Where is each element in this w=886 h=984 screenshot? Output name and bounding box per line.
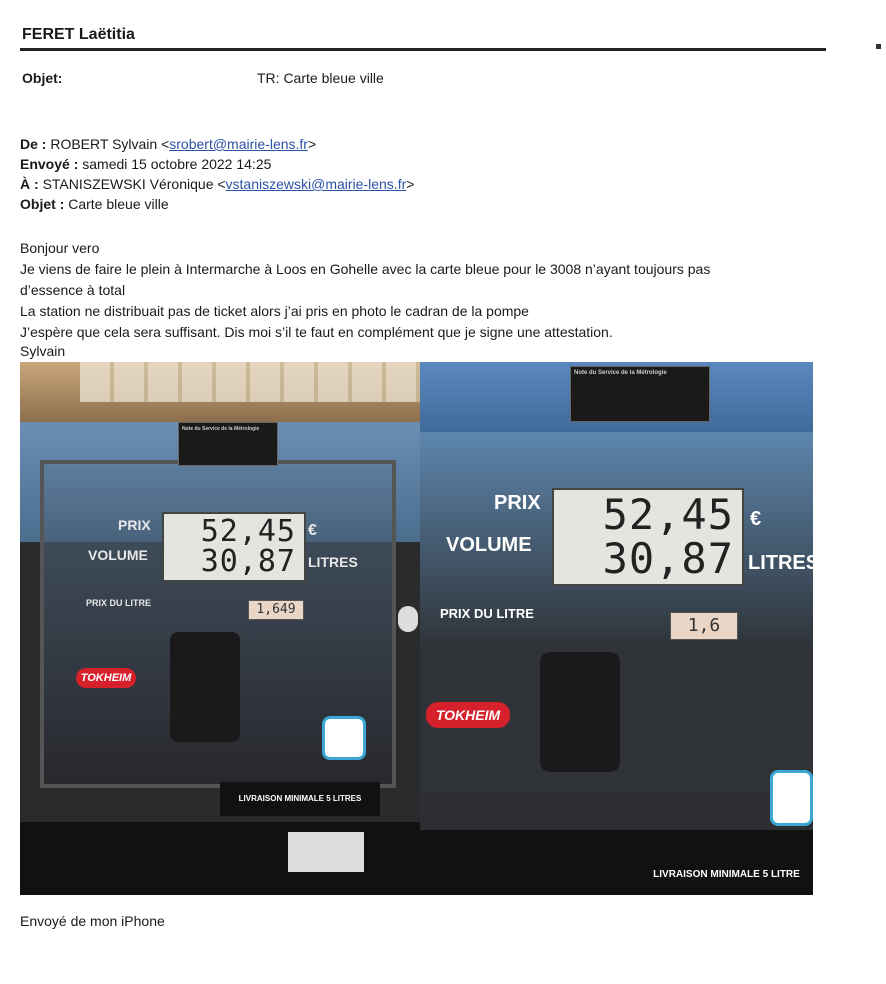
payment-icon bbox=[322, 716, 366, 760]
from-label: De : bbox=[20, 136, 47, 152]
unit-price-display: 1,6 bbox=[670, 612, 738, 640]
forward-subject-line: Objet : Carte bleue ville bbox=[20, 194, 169, 214]
lcd-display: 52,45 30,87 bbox=[552, 488, 744, 586]
pump-photo-right: Note du Service de la Métrologie PRIX VO… bbox=[420, 362, 813, 895]
min-delivery-label: LIVRAISON MINIMALE 5 LITRES bbox=[220, 782, 380, 816]
sent-line: Envoyé : samedi 15 octobre 2022 14:25 bbox=[20, 154, 271, 174]
litres-label: LITRES bbox=[308, 554, 358, 570]
payment-icon bbox=[770, 770, 813, 826]
page-marker bbox=[876, 44, 881, 49]
notice-title: Note du Service de la Métrologie bbox=[182, 426, 260, 432]
metrology-notice: Note du Service de la Métrologie bbox=[570, 366, 710, 422]
from-close: > bbox=[307, 136, 317, 152]
pump-photo-left: Note du Service de la Métrologie PRIX VO… bbox=[20, 362, 420, 895]
min-delivery-label: LIVRAISON MINIMALE 5 LITRE bbox=[640, 860, 813, 890]
volume-digits: 30,87 bbox=[200, 544, 296, 579]
unit-price-label: PRIX DU LITRE bbox=[440, 606, 534, 621]
price-label: PRIX bbox=[118, 517, 151, 533]
forward-subject-label: Objet : bbox=[20, 196, 65, 212]
brand-logo: TOKHEIM bbox=[76, 668, 136, 688]
metrology-notice: Note du Service de la Métrologie bbox=[178, 422, 278, 466]
sent-value: samedi 15 octobre 2022 14:25 bbox=[82, 156, 272, 172]
from-email-link[interactable]: srobert@mairie-lens.fr bbox=[169, 136, 308, 152]
brand-logo: TOKHEIM bbox=[426, 702, 510, 728]
unit-price-label: PRIX DU LITRE bbox=[86, 598, 152, 608]
to-name: STANISZEWSKI Véronique < bbox=[42, 176, 226, 192]
to-close: > bbox=[406, 176, 415, 192]
price-digits: 52,45 bbox=[602, 490, 734, 539]
notice-title: Note du Service de la Métrologie bbox=[574, 370, 667, 376]
phone-reflection bbox=[170, 632, 240, 742]
price-label: PRIX bbox=[494, 492, 541, 514]
phone-reflection bbox=[540, 652, 620, 772]
from-name: ROBERT Sylvain < bbox=[50, 136, 170, 152]
volume-digits: 30,87 bbox=[602, 534, 734, 583]
body-line: Je viens de faire le plein à Intermarche… bbox=[20, 261, 711, 277]
unit-price-display: 1,649 bbox=[248, 600, 304, 620]
brand-plate bbox=[288, 832, 364, 872]
forward-subject-value: Carte bleue ville bbox=[68, 196, 169, 212]
volume-label: VOLUME bbox=[446, 534, 532, 556]
to-label: À : bbox=[20, 176, 39, 192]
footer-signature: Envoyé de mon iPhone bbox=[20, 913, 165, 929]
litres-label: LITRES bbox=[748, 552, 813, 574]
subject-value: TR: Carte bleue ville bbox=[257, 70, 384, 86]
to-email-link[interactable]: vstaniszewski@mairie-lens.fr bbox=[226, 176, 407, 192]
body-line: Bonjour vero bbox=[20, 240, 100, 256]
lcd-display: 52,45 30,87 bbox=[162, 512, 306, 582]
body-line: Sylvain bbox=[20, 343, 66, 359]
from-line: De : ROBERT Sylvain <srobert@mairie-lens… bbox=[20, 134, 316, 154]
body-line: J’espère que cela sera suffisant. Dis mo… bbox=[20, 324, 613, 340]
currency-symbol: € bbox=[750, 508, 762, 530]
to-line: À : STANISZEWSKI Véronique <vstaniszewsk… bbox=[20, 174, 414, 194]
canopy-lights bbox=[80, 362, 420, 402]
volume-label: VOLUME bbox=[88, 547, 148, 563]
header-divider bbox=[20, 48, 826, 51]
body-line: d’essence à total bbox=[20, 282, 126, 298]
sender-name: FERET Laëtitia bbox=[22, 26, 135, 43]
sent-label: Envoyé : bbox=[20, 156, 79, 172]
subject-label: Objet: bbox=[22, 70, 63, 86]
key-lock-icon bbox=[398, 606, 418, 632]
body-line: La station ne distribuait pas de ticket … bbox=[20, 303, 529, 319]
currency-symbol: € bbox=[308, 522, 317, 539]
